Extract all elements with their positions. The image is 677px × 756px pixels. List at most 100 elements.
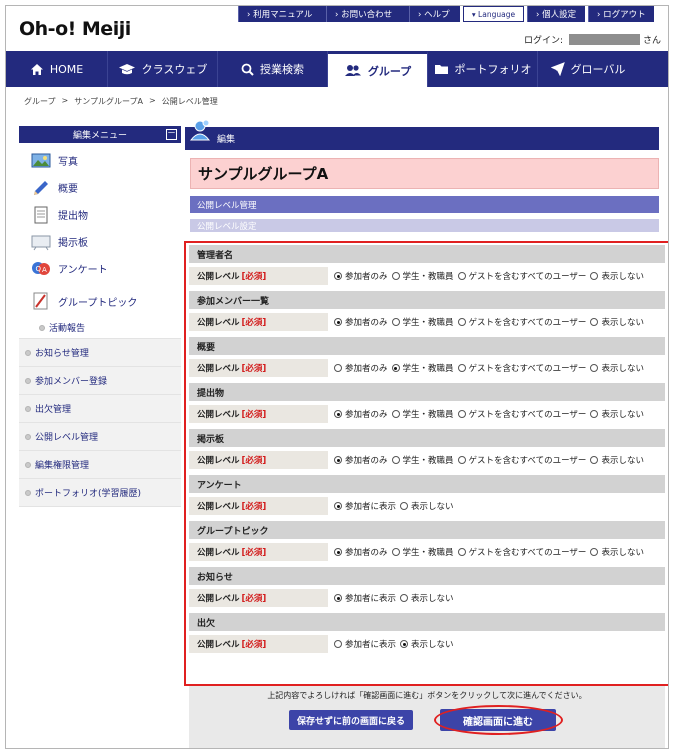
radio-option[interactable]: ゲストを含むすべてのユーザー [457, 316, 586, 328]
edit-label: 編集 [217, 135, 236, 145]
sidebar-item-attendance[interactable]: 出欠管理 [19, 395, 181, 423]
sidebar-item-news[interactable]: お知らせ管理 [19, 339, 181, 367]
radio-button[interactable] [334, 548, 342, 556]
visibility-row: 公開レベル [必須] 参加者のみ 学生・教職員 ゲストを含むすべてのユーザー 表示しない [189, 405, 665, 423]
required-marker: [必須] [241, 502, 267, 512]
board-icon [31, 235, 51, 250]
radio-button[interactable] [334, 502, 342, 510]
radio-option[interactable]: 参加者のみ [334, 454, 388, 466]
radio-button[interactable] [400, 502, 409, 510]
sidebar-item-topic[interactable]: グループトピック [19, 285, 181, 317]
manual-link[interactable]: › 利用マニュアル [238, 6, 326, 22]
radio-button[interactable] [457, 548, 466, 556]
settings-link[interactable]: › 個人設定 [527, 6, 585, 22]
visibility-row: 公開レベル [必須] 参加者のみ 学生・教職員 ゲストを含むすべてのユーザー 表示しない [189, 267, 665, 285]
radio-option[interactable]: ゲストを含むすべてのユーザー [457, 270, 586, 282]
nav-group[interactable]: グループ [328, 51, 428, 87]
radio-option[interactable]: 表示しない [400, 592, 454, 604]
radio-button[interactable] [590, 456, 599, 464]
notebook-icon [33, 292, 48, 310]
radio-button[interactable] [391, 548, 400, 556]
radio-button[interactable] [391, 272, 400, 280]
radio-option[interactable]: 表示しない [590, 546, 644, 558]
collapse-toggle[interactable]: － [166, 129, 177, 140]
radio-option[interactable]: 表示しない [590, 408, 644, 420]
sidebar-item-photo[interactable]: 写真 [19, 147, 181, 174]
nav-global[interactable]: グローバル [538, 51, 638, 87]
sidebar-item-visibility[interactable]: 公開レベル管理 [19, 423, 181, 451]
radio-option[interactable]: ゲストを含むすべてのユーザー [457, 362, 586, 374]
radio-button[interactable] [334, 318, 342, 326]
radio-option[interactable]: 学生・教職員 [391, 316, 454, 328]
radio-option[interactable]: 参加者のみ [334, 408, 388, 420]
radio-option[interactable]: 参加者に表示 [334, 592, 396, 604]
sidebar-item-submissions[interactable]: 提出物 [19, 201, 181, 228]
breadcrumb-group[interactable]: グループ [24, 96, 56, 107]
site-logo[interactable]: Oh-o! Meiji [19, 18, 131, 40]
logout-link[interactable]: › ログアウト [588, 6, 654, 22]
radio-button[interactable] [391, 456, 400, 464]
radio-button[interactable] [457, 272, 466, 280]
radio-button[interactable] [400, 594, 409, 602]
radio-button[interactable] [334, 594, 342, 602]
sidebar-item-members[interactable]: 参加メンバー登録 [19, 367, 181, 395]
nav-classweb[interactable]: クラスウェブ [108, 51, 218, 87]
radio-button[interactable] [457, 364, 466, 372]
radio-option[interactable]: 参加者のみ [334, 362, 388, 374]
radio-button[interactable] [590, 410, 599, 418]
radio-option[interactable]: 表示しない [400, 638, 454, 650]
bullet-icon [25, 377, 31, 384]
radio-button[interactable] [334, 272, 342, 280]
nav-portfolio[interactable]: ポートフォリオ [428, 51, 538, 87]
radio-button[interactable] [590, 548, 599, 556]
radio-option[interactable]: 学生・教職員 [391, 270, 454, 282]
nav-search[interactable]: 授業検索 [218, 51, 328, 87]
language-select[interactable]: ▾ Language [463, 6, 524, 22]
radio-button[interactable] [391, 318, 400, 326]
radio-button[interactable] [334, 364, 342, 372]
radio-option[interactable]: 表示しない [590, 270, 644, 282]
radio-button[interactable] [590, 318, 599, 326]
radio-button[interactable] [457, 318, 466, 326]
sidebar-item-permissions[interactable]: 編集権限管理 [19, 451, 181, 479]
radio-button[interactable] [391, 364, 400, 372]
radio-option[interactable]: 参加者に表示 [334, 638, 396, 650]
sidebar-item-label: アンケート [58, 265, 108, 276]
radio-button[interactable] [590, 272, 599, 280]
radio-button[interactable] [457, 456, 466, 464]
radio-option[interactable]: 学生・教職員 [391, 362, 454, 374]
radio-option[interactable]: 表示しない [590, 316, 644, 328]
radio-button[interactable] [457, 410, 466, 418]
radio-option[interactable]: ゲストを含むすべてのユーザー [457, 408, 586, 420]
radio-button[interactable] [590, 364, 599, 372]
radio-option[interactable]: 学生・教職員 [391, 454, 454, 466]
radio-option[interactable]: 参加者のみ [334, 316, 388, 328]
sidebar-item-survey[interactable]: QA アンケート [19, 255, 181, 282]
sidebar-item-portfolio[interactable]: ポートフォリオ(学習履歴) [19, 479, 181, 507]
nav-home[interactable]: HOME [6, 51, 108, 87]
breadcrumb-sample-group[interactable]: サンプルグループA [74, 96, 143, 107]
sidebar-item-activity[interactable]: 活動報告 [19, 317, 181, 339]
radio-option[interactable]: 学生・教職員 [391, 546, 454, 558]
help-link[interactable]: › ヘルプ [409, 6, 460, 22]
radio-option[interactable]: ゲストを含むすべてのユーザー [457, 454, 586, 466]
radio-button[interactable] [334, 640, 342, 648]
radio-option[interactable]: 表示しない [590, 362, 644, 374]
radio-option[interactable]: 表示しない [400, 500, 454, 512]
radio-option[interactable]: 参加者のみ [334, 270, 388, 282]
radio-button[interactable] [334, 410, 342, 418]
contact-link[interactable]: › お問い合わせ [326, 6, 409, 22]
radio-option[interactable]: 参加者に表示 [334, 500, 396, 512]
radio-option[interactable]: 参加者のみ [334, 546, 388, 558]
radio-button[interactable] [334, 456, 342, 464]
radio-button[interactable] [400, 640, 409, 648]
edit-person-icon [189, 119, 211, 141]
photo-icon [31, 153, 51, 167]
sidebar-item-overview[interactable]: 概要 [19, 174, 181, 201]
back-without-saving-button[interactable]: 保存せずに前の画面に戻る [289, 710, 413, 730]
radio-option[interactable]: ゲストを含むすべてのユーザー [457, 546, 586, 558]
sidebar-item-board[interactable]: 掲示板 [19, 228, 181, 255]
radio-option[interactable]: 表示しない [590, 454, 644, 466]
radio-button[interactable] [391, 410, 400, 418]
radio-option[interactable]: 学生・教職員 [391, 408, 454, 420]
